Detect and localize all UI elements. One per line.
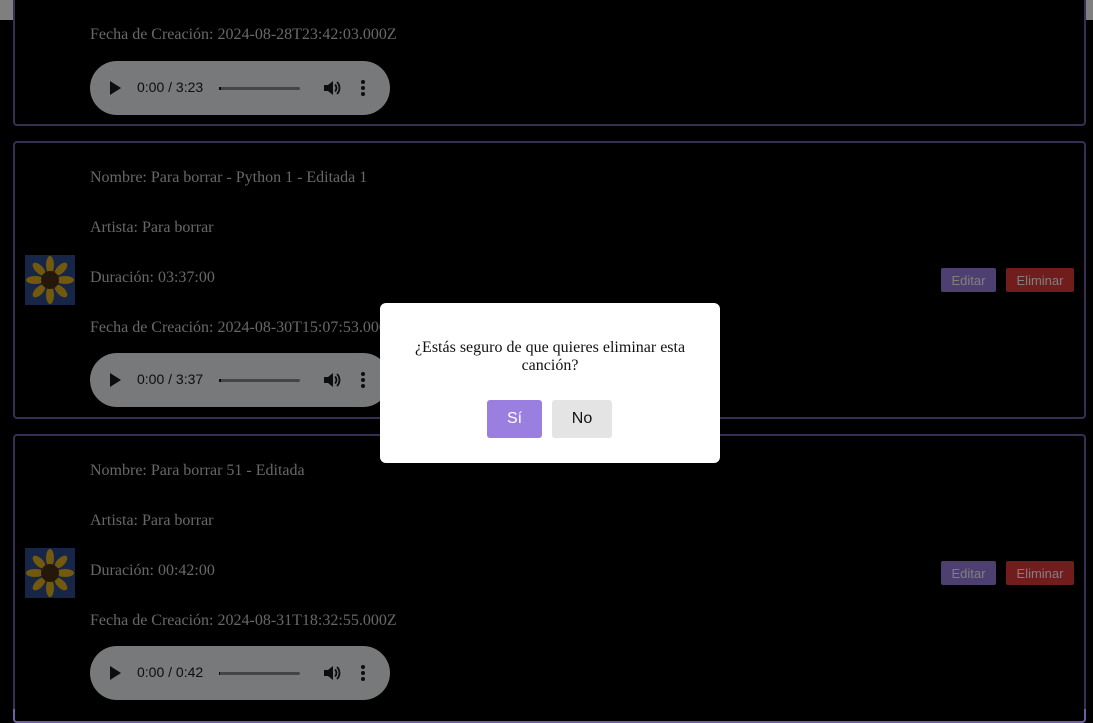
confirm-delete-dialog: ¿Estás seguro de que quieres eliminar es… <box>380 303 720 463</box>
confirm-yes-button[interactable]: Sí <box>487 400 542 438</box>
dialog-message: ¿Estás seguro de que quieres eliminar es… <box>414 339 686 374</box>
confirm-no-button[interactable]: No <box>552 400 612 438</box>
